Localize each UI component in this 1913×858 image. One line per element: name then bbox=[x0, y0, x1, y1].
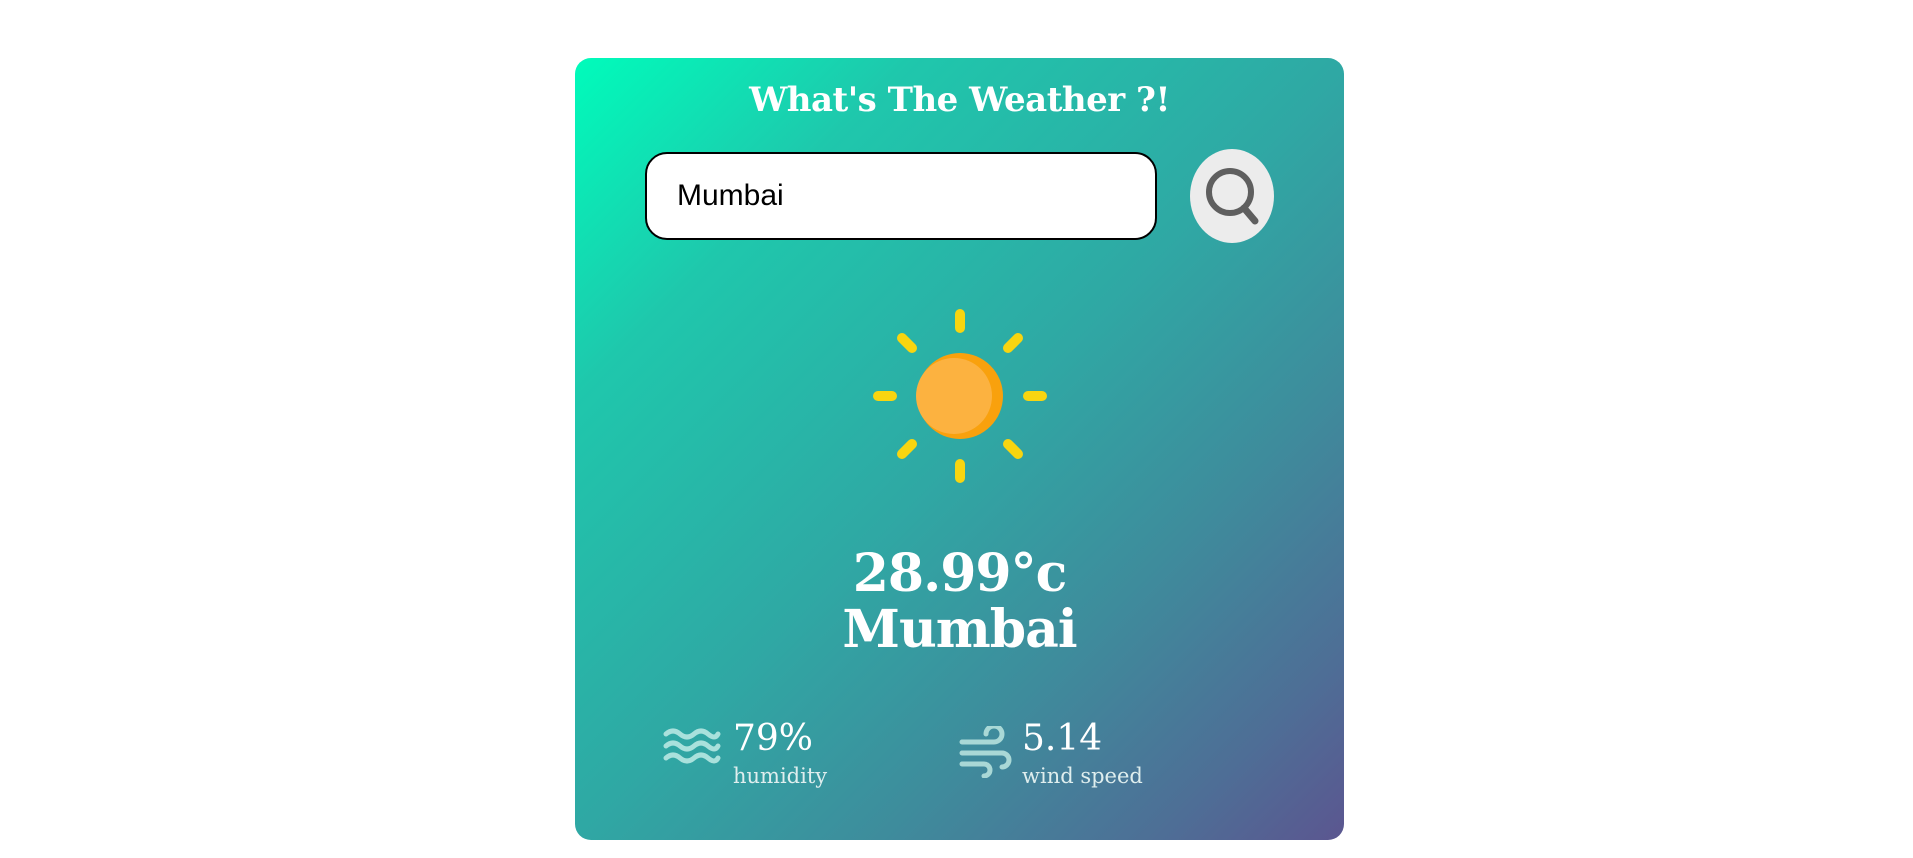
humidity-waves-icon bbox=[663, 728, 721, 764]
search-button[interactable] bbox=[1190, 149, 1274, 243]
wind-speed-value: 5.14 bbox=[1022, 718, 1103, 759]
search-icon bbox=[1206, 168, 1259, 225]
wind-speed-label: wind speed bbox=[1022, 764, 1143, 788]
humidity-value: 79% bbox=[733, 718, 814, 759]
city-search-input[interactable] bbox=[645, 152, 1157, 240]
app-title: What's The Weather ?! bbox=[749, 80, 1170, 120]
weather-card: What's The Weather ?! 28.99°c Mumbai bbox=[575, 58, 1344, 840]
wind-icon bbox=[959, 726, 1012, 778]
city-name: Mumbai bbox=[842, 599, 1077, 660]
sun-icon bbox=[870, 306, 1050, 490]
temperature-value: 28.99°c bbox=[852, 543, 1068, 604]
humidity-label: humidity bbox=[733, 764, 828, 788]
